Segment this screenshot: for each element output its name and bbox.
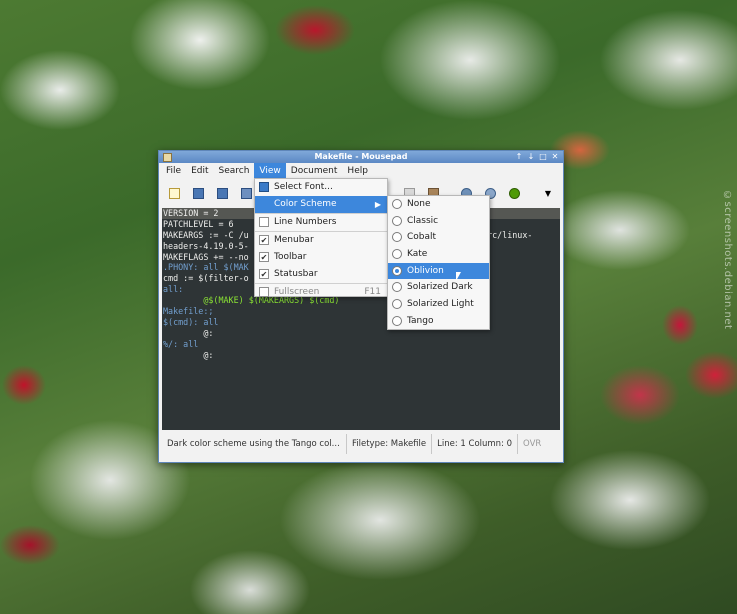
menu-item-label: Toolbar xyxy=(274,252,307,262)
scheme-solarized-light[interactable]: Solarized Light xyxy=(388,296,489,313)
radio-icon xyxy=(392,249,402,260)
scheme-label: Solarized Dark xyxy=(407,282,473,293)
menu-search[interactable]: Search xyxy=(214,163,255,180)
submenu-arrow-icon: ▶ xyxy=(374,200,381,209)
save-button[interactable] xyxy=(213,184,231,202)
radio-icon xyxy=(392,299,402,310)
menu-file[interactable]: File xyxy=(161,163,186,180)
shortcut-label: F11 xyxy=(364,287,381,297)
mouse-pointer-icon xyxy=(456,272,461,281)
save-as-icon xyxy=(240,187,252,199)
editor-line: %/: all xyxy=(163,338,199,349)
menu-item-line-numbers[interactable]: Line Numbers xyxy=(255,214,387,231)
menu-edit[interactable]: Edit xyxy=(186,163,213,180)
scheme-solarized-dark[interactable]: Solarized Dark xyxy=(388,279,489,296)
radio-icon xyxy=(392,215,402,226)
watermark-text: ©screenshots.debian.net xyxy=(722,190,733,330)
minimize-button[interactable]: ↓ xyxy=(526,152,536,162)
editor-line: $(cmd): all xyxy=(163,316,219,327)
radio-selected-icon xyxy=(392,265,402,276)
scheme-classic[interactable]: Classic xyxy=(388,213,489,230)
statusbar-filetype[interactable]: Filetype: Makefile xyxy=(347,434,433,454)
radio-icon xyxy=(392,282,402,293)
statusbar-position: Line: 1 Column: 0 xyxy=(432,434,519,454)
menu-item-menubar[interactable]: Menubar xyxy=(255,232,387,249)
dropdown-arrow-icon: ▼ xyxy=(544,188,552,198)
scheme-label: Tango xyxy=(407,315,434,326)
scheme-oblivion[interactable]: Oblivion xyxy=(388,262,489,280)
scheme-label: Solarized Light xyxy=(407,299,474,310)
menu-item-color-scheme[interactable]: Color Scheme ▶ xyxy=(255,196,387,213)
scheme-none[interactable]: None xyxy=(388,196,489,213)
statusbar-mode: OVR xyxy=(523,439,542,449)
save-icon xyxy=(216,187,228,199)
radio-icon xyxy=(392,315,402,326)
menu-item-label: Color Scheme xyxy=(274,199,337,209)
go-to-line-icon xyxy=(508,187,520,199)
go-to-line-button[interactable] xyxy=(505,184,523,202)
checkbox-icon xyxy=(259,217,269,227)
scheme-tango[interactable]: Tango xyxy=(388,313,489,330)
editor-line: Makefile:; xyxy=(163,306,214,317)
statusbar-description: Dark color scheme using the Tango col... xyxy=(162,434,347,454)
scheme-label: Kate xyxy=(407,249,428,260)
menu-item-label: Line Numbers xyxy=(274,217,337,227)
radio-icon xyxy=(392,199,402,209)
scheme-label: Classic xyxy=(407,215,439,226)
scheme-kate[interactable]: Kate xyxy=(388,246,489,263)
menu-item-label: Fullscreen xyxy=(274,287,320,297)
menu-item-label: Select Font... xyxy=(274,182,333,192)
menu-item-select-font[interactable]: Select Font... xyxy=(255,179,387,196)
scheme-label: Oblivion xyxy=(407,265,444,276)
open-file-icon xyxy=(192,187,204,199)
checkbox-checked-icon xyxy=(259,235,269,245)
open-file-button[interactable] xyxy=(189,184,207,202)
scheme-label: Cobalt xyxy=(407,232,437,243)
new-document-button[interactable] xyxy=(165,184,183,202)
editor-line-text: MAKEARGS := -C /u xyxy=(163,229,249,240)
scheme-label: None xyxy=(407,199,431,209)
color-scheme-submenu: None Classic Cobalt Kate Oblivion Solari… xyxy=(387,195,490,330)
statusbar: Dark color scheme using the Tango col...… xyxy=(162,434,560,454)
editor-line: @: xyxy=(163,349,214,360)
checkbox-icon xyxy=(259,287,269,297)
window-title: Makefile - Mousepad xyxy=(314,152,408,161)
titlebar[interactable]: Makefile - Mousepad ↑ ↓ □ ✕ xyxy=(159,151,563,163)
scheme-cobalt[interactable]: Cobalt xyxy=(388,229,489,246)
menu-item-label: Statusbar xyxy=(274,269,318,279)
menu-item-statusbar[interactable]: Statusbar xyxy=(255,266,387,283)
menu-item-toolbar[interactable]: Toolbar xyxy=(255,249,387,266)
radio-icon xyxy=(392,232,402,243)
checkbox-checked-icon xyxy=(259,269,269,279)
toolbar-overflow-button[interactable]: ▼ xyxy=(539,184,557,202)
new-document-icon xyxy=(168,187,180,199)
editor-line: @: xyxy=(163,327,214,338)
save-as-button[interactable] xyxy=(237,184,255,202)
menu-item-fullscreen[interactable]: Fullscreen F11 xyxy=(255,284,387,301)
font-icon xyxy=(259,182,269,192)
roll-up-button[interactable]: ↑ xyxy=(514,152,524,162)
checkbox-checked-icon xyxy=(259,252,269,262)
maximize-button[interactable]: □ xyxy=(538,152,548,162)
menu-item-label: Menubar xyxy=(274,235,314,245)
close-button[interactable]: ✕ xyxy=(550,152,560,162)
view-menu: Select Font... Color Scheme ▶ Line Numbe… xyxy=(254,178,388,297)
